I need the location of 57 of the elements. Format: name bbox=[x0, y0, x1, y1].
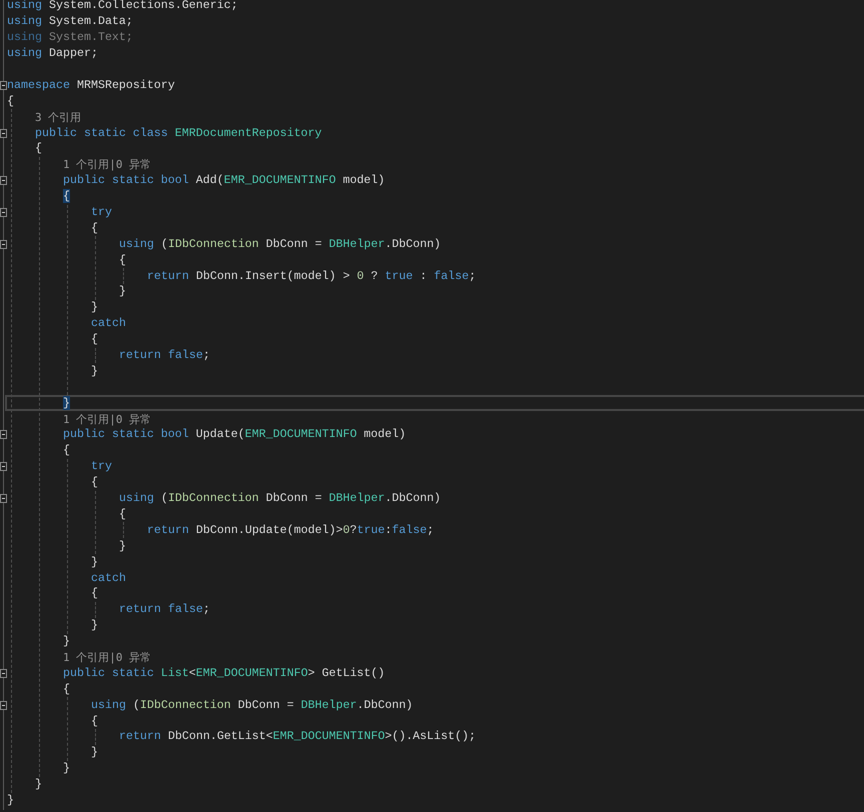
code-line: return DbConn.GetList<EMR_DOCUMENTINFO>().AsList(); bbox=[119, 730, 476, 744]
collapse-icon[interactable] bbox=[0, 176, 7, 186]
collapse-icon[interactable] bbox=[0, 668, 7, 678]
code-line: { bbox=[91, 333, 98, 346]
collapse-icon[interactable] bbox=[0, 240, 7, 249]
code-line: using System.Data; bbox=[7, 15, 133, 28]
code-line: using (IDbConnection DbConn = DBHelper.DbConn) bbox=[119, 492, 441, 506]
collapse-icon[interactable] bbox=[0, 128, 7, 138]
code-line: } bbox=[91, 619, 98, 632]
code-line: return DbConn.Update(model)>0?true:false; bbox=[147, 524, 434, 537]
collapse-icon[interactable] bbox=[0, 430, 7, 440]
code-line: return DbConn.Insert(model) > 0 ? true : false; bbox=[147, 270, 476, 283]
code-line: } bbox=[63, 635, 70, 648]
code-line: } bbox=[91, 746, 98, 760]
code-line: using System.Collections.Generic; bbox=[7, 0, 238, 12]
collapse-icon[interactable] bbox=[0, 700, 7, 710]
code-line: } bbox=[119, 540, 126, 553]
code-line: } bbox=[7, 794, 14, 807]
code-lens-text[interactable]: 1 个引用|0 异常 bbox=[63, 158, 152, 172]
collapse-icon[interactable] bbox=[0, 494, 7, 504]
code-line: using (IDbConnection DbConn = DBHelper.DbConn) bbox=[91, 698, 413, 712]
code-line: public static class EMRDocumentRepository bbox=[35, 126, 322, 140]
code-line: { bbox=[119, 508, 126, 521]
code-line: } bbox=[91, 301, 98, 314]
code-line: return false; bbox=[119, 349, 210, 362]
code-line: { bbox=[91, 476, 98, 490]
code-line: } bbox=[35, 778, 42, 792]
code-line: { bbox=[91, 714, 98, 728]
code-line: { bbox=[35, 142, 42, 156]
code-line: public static bool Add(EMR_DOCUMENTINFO model) bbox=[63, 174, 385, 188]
code-line: using (IDbConnection DbConn = DBHelper.DbConn) bbox=[119, 238, 441, 251]
code-line: { bbox=[91, 587, 98, 600]
code-line: try bbox=[91, 460, 112, 474]
code-line: } bbox=[91, 556, 98, 569]
code-line: { bbox=[119, 254, 126, 267]
code-line: catch bbox=[91, 572, 126, 584]
code-line: } bbox=[91, 364, 98, 378]
code-line: { bbox=[91, 222, 98, 235]
code-lens-text[interactable]: 3 个引用 bbox=[35, 110, 82, 124]
code-line: using System.Text; bbox=[7, 31, 133, 44]
code-line: namespace MRMSRepository bbox=[7, 78, 175, 92]
collapse-icon[interactable] bbox=[0, 208, 7, 218]
code-line: public static bool Update(EMR_DOCUMENTINFO model) bbox=[63, 428, 406, 442]
code-line: { bbox=[63, 682, 70, 696]
code-line: catch bbox=[91, 317, 126, 330]
code-line: public static List<EMR_DOCUMENTINFO> GetList() bbox=[63, 666, 385, 680]
code-line: { bbox=[63, 444, 70, 458]
code-line: } bbox=[119, 285, 126, 298]
code-line: } bbox=[63, 762, 70, 776]
code-lens-text[interactable]: 1 个引用|0 异常 bbox=[63, 412, 152, 426]
code-line: try bbox=[91, 206, 112, 220]
code-line: return false; bbox=[119, 603, 210, 616]
code-line: using Dapper; bbox=[7, 47, 98, 60]
code-lens-text[interactable]: 1 个引用|0 异常 bbox=[63, 650, 152, 664]
code-line: { bbox=[7, 94, 14, 108]
collapse-icon[interactable] bbox=[0, 462, 7, 472]
collapse-icon[interactable] bbox=[0, 80, 7, 90]
